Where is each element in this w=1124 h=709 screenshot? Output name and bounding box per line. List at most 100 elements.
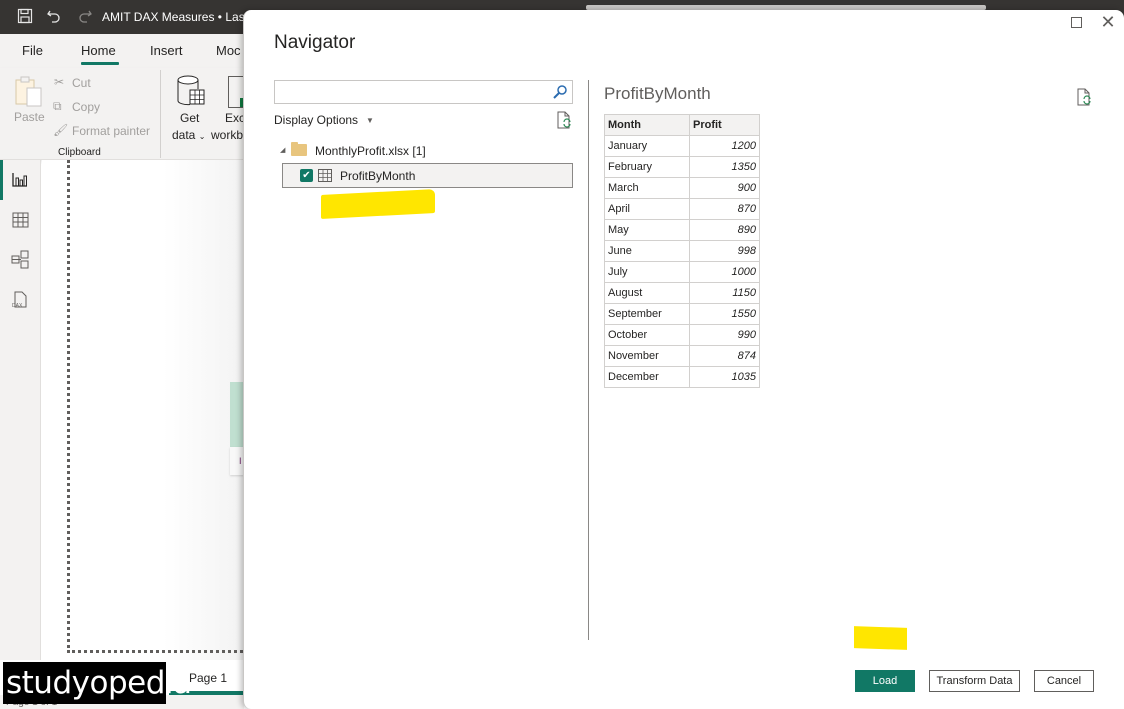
cell-month: September	[604, 303, 690, 325]
tab-file[interactable]: File	[22, 43, 43, 58]
cell-profit: 1350	[689, 156, 760, 178]
table-row: November 874	[604, 345, 760, 367]
cell-month: November	[604, 345, 690, 367]
visual-card-label: I	[239, 456, 242, 466]
ribbon-separator	[160, 70, 161, 158]
redo-icon[interactable]	[76, 8, 94, 26]
page-tab-1[interactable]: Page 1	[189, 671, 227, 685]
tab-home[interactable]: Home	[81, 43, 116, 58]
cell-month: February	[604, 156, 690, 178]
active-view-indicator	[0, 160, 3, 200]
format-painter-icon: 🖌	[53, 123, 69, 137]
table-row: August 1150	[604, 282, 760, 304]
column-header-month[interactable]: Month	[604, 114, 690, 136]
table-name-label: ProfitByMonth	[340, 169, 416, 183]
svg-text:DAX: DAX	[12, 303, 23, 309]
preview-title: ProfitByMonth	[604, 84, 711, 103]
cell-month: June	[604, 240, 690, 262]
cancel-button[interactable]: Cancel	[1034, 670, 1094, 692]
cell-month: March	[604, 177, 690, 199]
copy-icon: ⧉	[53, 99, 62, 113]
dialog-title: Navigator	[274, 32, 356, 53]
checkbox-checked[interactable]: ✔	[300, 169, 313, 182]
search-input[interactable]	[279, 83, 549, 101]
caret-down-icon: ▼	[366, 116, 374, 126]
tab-modeling[interactable]: Moc	[216, 43, 241, 58]
visual-card-footer: I	[230, 447, 244, 475]
cell-profit: 1200	[689, 135, 760, 157]
get-data-label-2: data	[172, 128, 196, 142]
table-row: June 998	[604, 240, 760, 262]
cell-profit: 870	[689, 198, 760, 220]
display-options-label: Display Options	[274, 113, 359, 127]
tab-insert[interactable]: Insert	[150, 43, 183, 58]
chevron-down-icon: ⌄	[198, 132, 206, 141]
get-data-button[interactable]: data ⌄	[172, 128, 205, 142]
paste-icon[interactable]	[14, 76, 44, 108]
table-icon	[318, 169, 332, 182]
view-rail	[0, 160, 41, 660]
visual-card[interactable]	[230, 382, 244, 447]
model-view-icon[interactable]	[10, 250, 30, 270]
undo-icon[interactable]	[45, 8, 63, 26]
transform-data-button[interactable]: Transform Data	[929, 670, 1020, 692]
watermark-logo: studyopedia	[3, 662, 192, 704]
cell-profit: 900	[689, 177, 760, 199]
table-row: October 990	[604, 324, 760, 346]
refresh-preview-icon[interactable]	[1076, 88, 1092, 106]
cell-month: July	[604, 261, 690, 283]
excel-workbook-label-2[interactable]: workb	[211, 128, 243, 142]
cell-month: October	[604, 324, 690, 346]
paste-button[interactable]: Paste	[14, 110, 45, 124]
cut-button[interactable]: Cut	[72, 76, 91, 90]
load-button[interactable]: Load	[855, 670, 915, 692]
cell-profit: 1550	[689, 303, 760, 325]
table-row: September 1550	[604, 303, 760, 325]
table-row: April 870	[604, 198, 760, 220]
save-icon[interactable]	[16, 8, 34, 26]
expand-caret-icon[interactable]: ◢	[280, 146, 285, 154]
pane-splitter[interactable]	[588, 80, 589, 640]
table-row: February 1350	[604, 156, 760, 178]
table-header-row: Month Profit	[604, 114, 760, 136]
close-icon[interactable]: ✕	[1099, 13, 1117, 31]
preview-table: Month Profit January 1200 February 1350 Marc…	[604, 114, 760, 388]
cell-profit: 998	[689, 240, 760, 262]
file-name-label: MonthlyProfit.xlsx [1]	[315, 144, 426, 158]
copy-button[interactable]: Copy	[72, 100, 100, 114]
cell-month: August	[604, 282, 690, 304]
cell-profit: 890	[689, 219, 760, 241]
yellow-highlight-mark	[321, 189, 435, 219]
get-data-label[interactable]: Get	[180, 111, 199, 125]
navigator-dialog: Navigator ✕ Display Options ▼ ◢ MonthlyPr…	[243, 10, 1124, 709]
refresh-document-icon[interactable]	[556, 111, 572, 129]
table-view-icon[interactable]	[10, 210, 30, 230]
cut-icon: ✂	[54, 75, 65, 89]
table-row: January 1200	[604, 135, 760, 157]
cell-month: May	[604, 219, 690, 241]
table-row: March 900	[604, 177, 760, 199]
clipboard-group-label: Clipboard	[58, 147, 101, 158]
maximize-icon[interactable]	[1071, 17, 1082, 28]
display-options-dropdown[interactable]: Display Options ▼	[274, 113, 374, 127]
search-field[interactable]	[274, 80, 573, 104]
search-icon[interactable]	[552, 84, 568, 100]
format-painter-button[interactable]: Format painter	[72, 124, 150, 138]
cell-profit: 990	[689, 324, 760, 346]
report-view-icon[interactable]	[10, 170, 30, 190]
folder-icon	[291, 142, 307, 156]
app-title: AMIT DAX Measures • Last	[102, 10, 249, 24]
cell-month: December	[604, 366, 690, 388]
cell-profit: 1150	[689, 282, 760, 304]
cell-profit: 1000	[689, 261, 760, 283]
active-tab-indicator	[81, 62, 119, 65]
dax-query-view-icon[interactable]: DAX	[10, 290, 30, 310]
tree-item-profitbymonth[interactable]: ✔ ProfitByMonth	[282, 163, 573, 188]
cell-profit: 1035	[689, 366, 760, 388]
excel-workbook-label[interactable]: Exc	[225, 111, 245, 125]
cell-month: January	[604, 135, 690, 157]
column-header-profit[interactable]: Profit	[689, 114, 760, 136]
table-row: July 1000	[604, 261, 760, 283]
cell-month: April	[604, 198, 690, 220]
database-icon	[177, 75, 205, 106]
